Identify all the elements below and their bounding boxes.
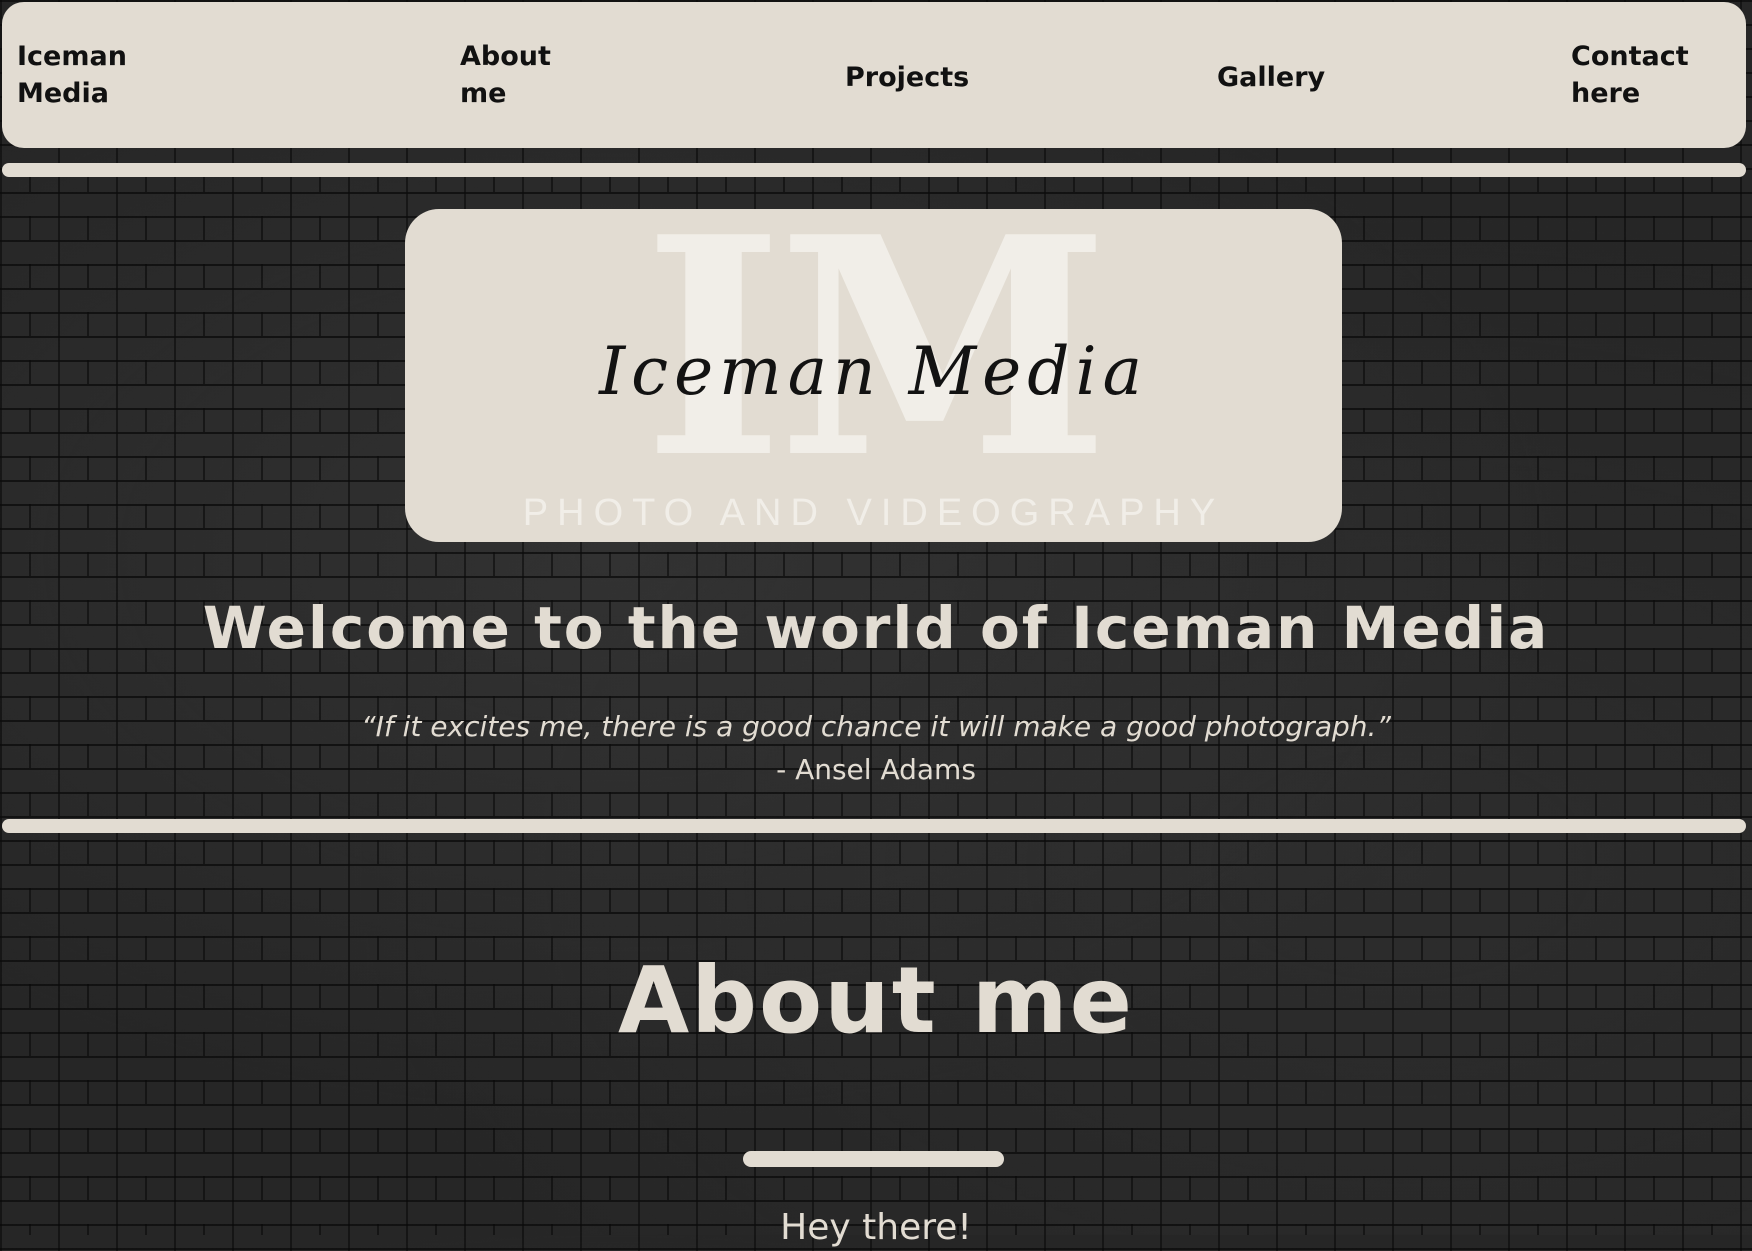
- about-greeting: Hey there!: [780, 1207, 972, 1248]
- brand-link[interactable]: Iceman Media: [17, 38, 132, 112]
- welcome-heading: Welcome to the world of Iceman Media: [202, 594, 1550, 662]
- nav-link-gallery[interactable]: Gallery: [1217, 59, 1325, 96]
- nav-link-contact-here[interactable]: Contact here: [1571, 38, 1691, 112]
- about-me-heading: About me: [617, 947, 1135, 1054]
- top-navbar: Iceman Media About me Projects Gallery C…: [2, 2, 1746, 148]
- divider-top: [2, 163, 1746, 177]
- quote-author: - Ansel Adams: [776, 753, 976, 786]
- nav-link-about-me[interactable]: About me: [460, 38, 555, 112]
- about-underline: [743, 1151, 1004, 1167]
- nav-link-projects[interactable]: Projects: [845, 59, 969, 96]
- quote-text: “If it excites me, there is a good chanc…: [361, 710, 1391, 743]
- logo-tagline: PHOTO AND VIDEOGRAPHY: [522, 492, 1225, 534]
- logo-banner: IM Iceman Media PHOTO AND VIDEOGRAPHY: [405, 209, 1342, 542]
- divider-middle: [2, 819, 1746, 833]
- logo-script-wordmark: Iceman Media: [599, 333, 1148, 410]
